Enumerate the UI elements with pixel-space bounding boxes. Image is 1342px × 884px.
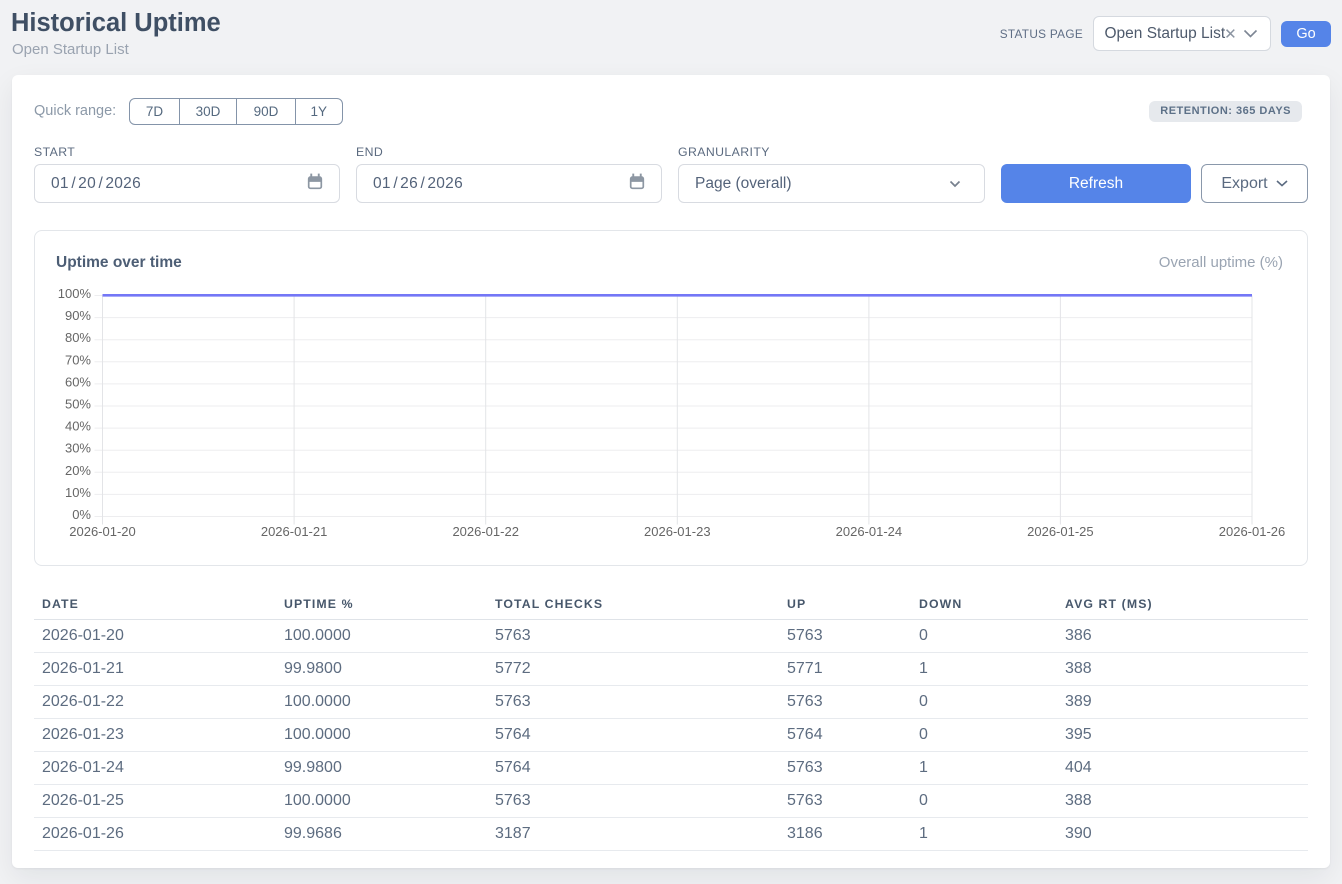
- svg-text:50%: 50%: [65, 397, 91, 412]
- svg-text:2026-01-21: 2026-01-21: [261, 524, 328, 539]
- svg-text:0%: 0%: [72, 507, 91, 522]
- svg-text:40%: 40%: [65, 419, 91, 434]
- svg-text:60%: 60%: [65, 374, 91, 389]
- svg-text:2026-01-20: 2026-01-20: [69, 524, 136, 539]
- svg-text:20%: 20%: [65, 463, 91, 478]
- svg-text:10%: 10%: [65, 485, 91, 500]
- svg-text:80%: 80%: [65, 330, 91, 345]
- svg-text:100%: 100%: [58, 286, 92, 301]
- svg-text:2026-01-23: 2026-01-23: [644, 524, 711, 539]
- svg-text:30%: 30%: [65, 441, 91, 456]
- svg-text:2026-01-26: 2026-01-26: [1219, 524, 1286, 539]
- svg-text:70%: 70%: [65, 352, 91, 367]
- svg-text:2026-01-24: 2026-01-24: [836, 524, 903, 539]
- svg-text:90%: 90%: [65, 308, 91, 323]
- svg-text:2026-01-25: 2026-01-25: [1027, 524, 1094, 539]
- svg-text:2026-01-22: 2026-01-22: [452, 524, 519, 539]
